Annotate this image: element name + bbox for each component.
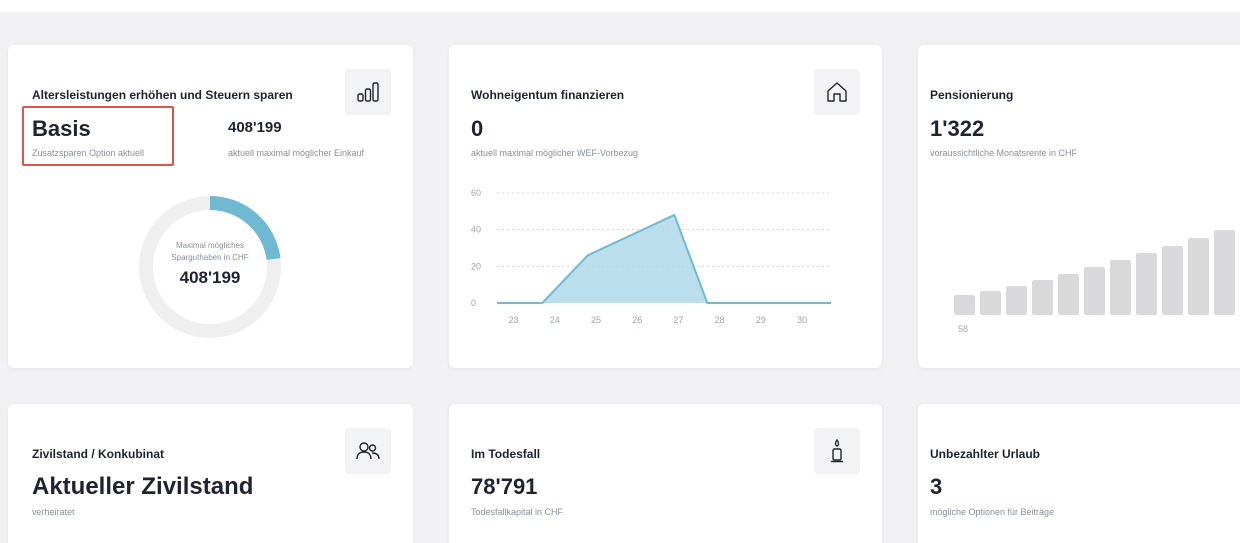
rente-value: 1'322 (930, 116, 985, 141)
card-title: Im Todesfall (471, 447, 541, 461)
y-tick-label: 40 (471, 225, 481, 235)
y-tick-label: 20 (471, 261, 481, 271)
ring-line2: Sparguthaben in CHF (171, 253, 249, 262)
wef-value: 0 (471, 116, 484, 141)
rente-bar (1162, 246, 1183, 315)
zivilstand-sub: verheiratet (32, 507, 75, 517)
x-tick-label: 23 (508, 315, 518, 325)
rente-bar (1006, 286, 1027, 315)
top-bar (0, 0, 1240, 12)
ring-value: 408'199 (179, 268, 241, 287)
card-wohneigentum[interactable]: Wohneigentum finanzieren 0 aktuell maxim… (449, 45, 882, 368)
einkauf-value: 408'199 (228, 119, 282, 136)
rente-bar (1032, 280, 1053, 315)
candle-icon (831, 439, 843, 463)
y-tick-label: 0 (471, 298, 476, 308)
people-icon-box[interactable] (345, 428, 391, 474)
rente-sub: voraussichtliche Monatsrente in CHF (930, 148, 1078, 158)
card-pensionierung[interactable]: Pensionierung 1'322 voraussichtliche Mon… (918, 45, 1240, 368)
ring-line1: Maximal mögliches (175, 241, 245, 250)
rente-bar (954, 295, 975, 315)
todesfall-sub: Todesfallkapital in CHF (471, 507, 564, 517)
x-tick-label: 24 (550, 315, 560, 325)
card-title: Altersleistungen erhöhen und Steuern spa… (32, 88, 293, 102)
rente-bar (1214, 230, 1235, 315)
card-urlaub[interactable]: Unbezahlter Urlaub 3 mögliche Optionen f… (918, 404, 1240, 543)
card-title: Unbezahlter Urlaub (930, 447, 1041, 461)
people-icon (356, 442, 380, 460)
wef-area (497, 215, 831, 303)
rente-bar (980, 291, 1001, 315)
house-icon (827, 82, 847, 102)
card-title: Zivilstand / Konkubinat (32, 447, 165, 461)
x-tick-label: 28 (715, 315, 725, 325)
rente-bar-chart: 58 (954, 230, 1235, 334)
card-title: Wohneigentum finanzieren (471, 88, 625, 102)
wef-area-chart: 0 20 40 60 23 24 25 26 27 28 29 30 (471, 188, 831, 325)
rente-bar (1188, 238, 1209, 315)
einkauf-sub: aktuell maximal möglicher Einkauf (228, 148, 365, 158)
x-tick-label: 30 (797, 315, 807, 325)
rente-bar (1110, 260, 1131, 315)
x-tick-label: 25 (591, 315, 601, 325)
todesfall-value: 78'791 (471, 474, 538, 499)
card-title: Pensionierung (930, 88, 1014, 102)
card-altersleistungen[interactable]: Altersleistungen erhöhen und Steuern spa… (8, 45, 413, 368)
y-tick-label: 60 (471, 188, 481, 198)
house-icon-box[interactable] (814, 69, 860, 115)
urlaub-sub: mögliche Optionen für Beiträge (930, 507, 1055, 517)
urlaub-value: 3 (930, 474, 943, 499)
wef-sub: aktuell maximal möglicher WEF-Vorbezug (471, 148, 639, 158)
rente-bar (1136, 253, 1157, 315)
highlight-box (22, 106, 174, 166)
card-todesfall[interactable]: Im Todesfall 78'791 Todesfallkapital in … (449, 404, 882, 543)
savings-ring (139, 196, 281, 338)
x-tick-label: 27 (673, 315, 683, 325)
card-zivilstand[interactable]: Zivilstand / Konkubinat Aktueller Zivils… (8, 404, 413, 543)
x-tick-label: 26 (632, 315, 642, 325)
x-tick-label: 29 (756, 315, 766, 325)
bar-tick-label: 58 (958, 324, 968, 334)
bar-chart-icon (357, 82, 379, 102)
candle-icon-box[interactable] (814, 428, 860, 474)
rente-bar (1084, 267, 1105, 315)
rente-bar (1058, 274, 1079, 315)
bar-chart-icon-box[interactable] (345, 69, 391, 115)
zivilstand-value: Aktueller Zivilstand (32, 473, 254, 500)
